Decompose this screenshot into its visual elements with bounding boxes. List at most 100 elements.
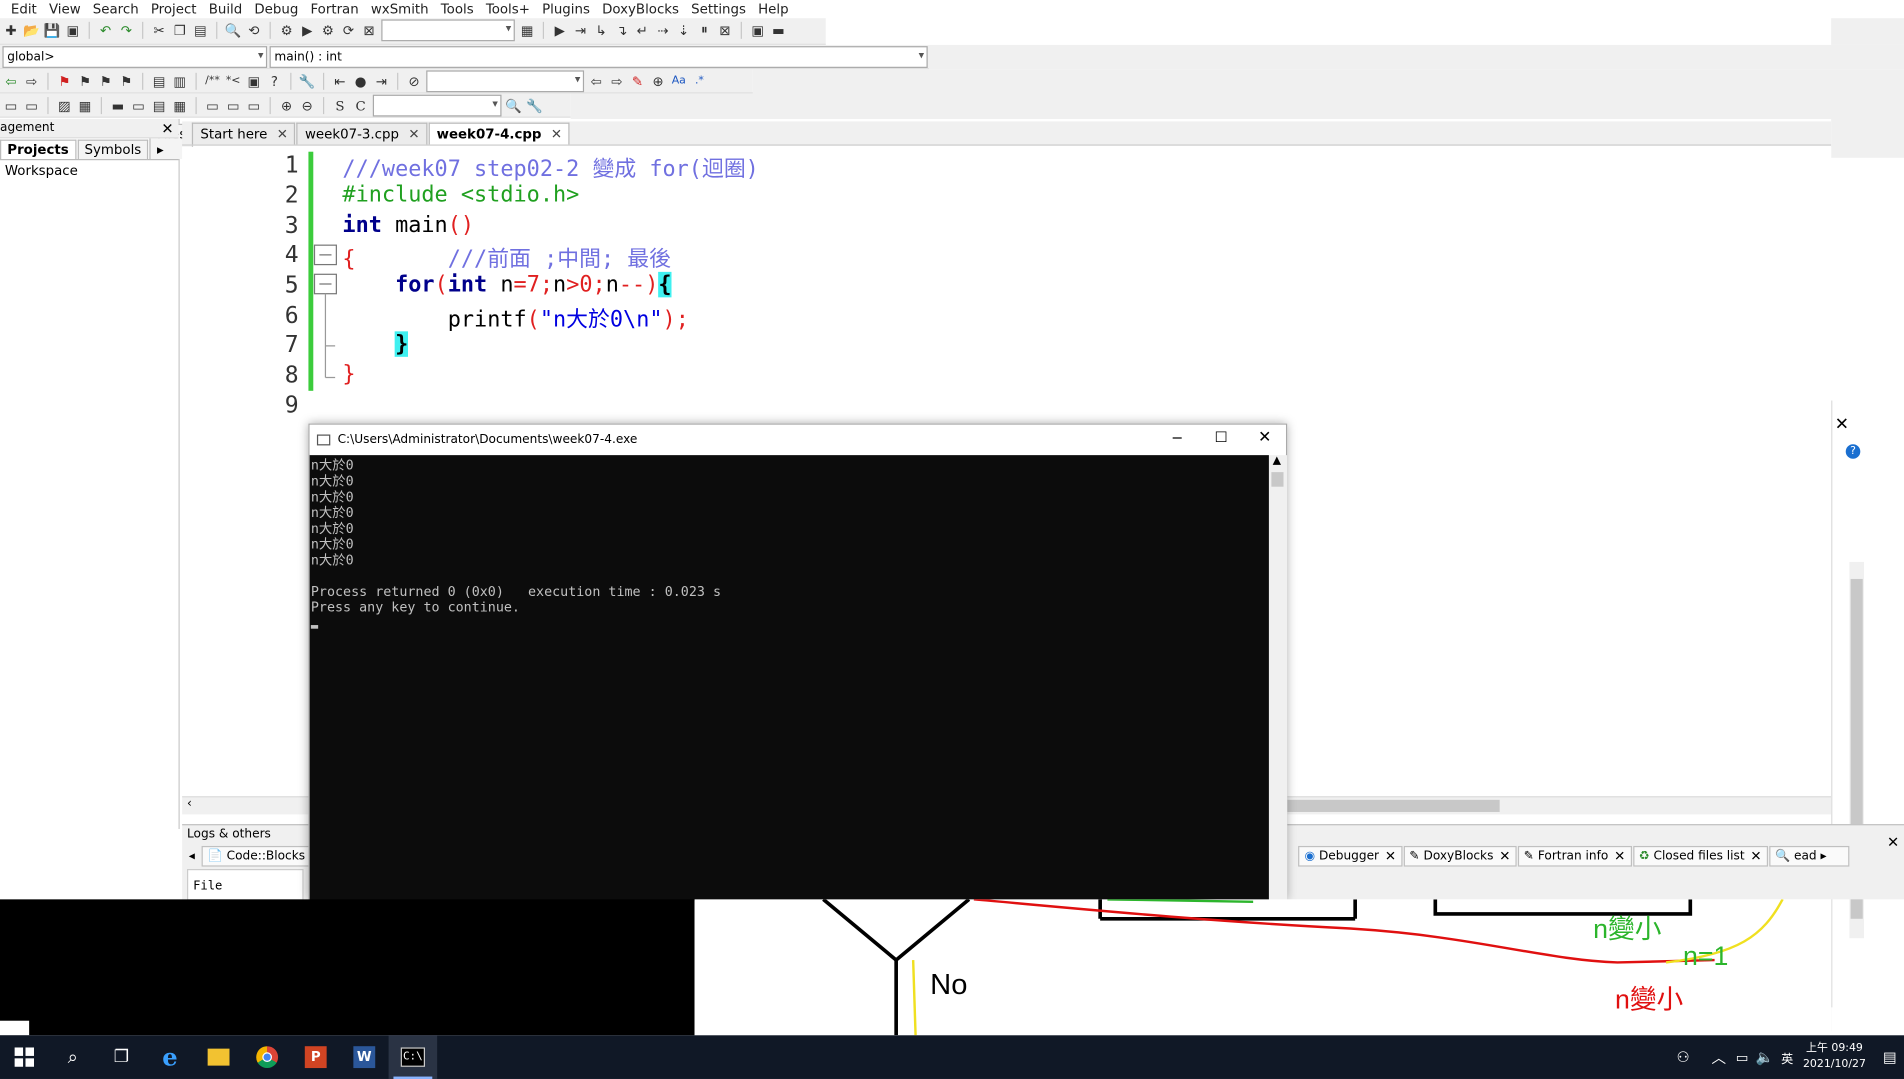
tab-doxyblocks[interactable]: ✎ DoxyBlocks ✕	[1403, 845, 1517, 866]
chevron-right-icon[interactable]: ▸	[157, 142, 164, 158]
network-icon[interactable]: ▭	[1736, 1049, 1749, 1065]
tab-search-results[interactable]: 🔍 ead ▸	[1768, 845, 1850, 866]
close-icon[interactable]: ✕	[1258, 428, 1271, 446]
expand-icon[interactable]: ▭	[245, 97, 262, 114]
doxy-run-html-icon[interactable]: ▣	[245, 73, 262, 90]
menu-plugins[interactable]: Plugins	[536, 1, 596, 17]
arrow-right-icon[interactable]: ⇨	[23, 73, 40, 90]
debug-windows-icon[interactable]: ▣	[749, 22, 766, 39]
search-symbol-icon[interactable]: 🔍	[505, 97, 522, 114]
search-button[interactable]: ⌕	[49, 1035, 98, 1079]
arrow-left-green-icon[interactable]: ⇦	[2, 73, 19, 90]
find-icon[interactable]: 🔍	[225, 22, 242, 39]
stop-debug-icon[interactable]: ⊠	[716, 22, 733, 39]
ime-indicator[interactable]: 英	[1781, 1048, 1793, 1066]
volume-icon[interactable]: 🔈	[1756, 1049, 1774, 1066]
box-icon[interactable]: ▭	[130, 97, 147, 114]
start-button[interactable]	[0, 1035, 49, 1079]
symbol-combo[interactable]: ▾	[372, 94, 502, 117]
nav-forward-icon[interactable]: ⇨	[608, 73, 625, 90]
open-icon[interactable]: 📂	[23, 22, 40, 39]
scroll-thumb[interactable]	[1287, 799, 1500, 812]
console-window[interactable]: C:\Users\Administrator\Documents\week07-…	[308, 423, 1288, 901]
block-comment-icon[interactable]: /**	[204, 73, 221, 90]
wrench-icon[interactable]: 🔧	[299, 73, 316, 90]
close-icon[interactable]: ✕	[1614, 848, 1625, 864]
pause-icon[interactable]: ⏸	[696, 22, 713, 39]
taskbar-word[interactable]: W	[340, 1035, 389, 1079]
close-icon[interactable]: ✕	[1750, 848, 1761, 864]
menu-build[interactable]: Build	[203, 1, 249, 17]
dialog-icon[interactable]: ▭	[23, 97, 40, 114]
doxy-wizard-icon[interactable]: ▤	[151, 73, 168, 90]
match-case-icon[interactable]: Aa	[670, 73, 687, 90]
task-view-button[interactable]: ❐	[97, 1035, 146, 1079]
clock[interactable]: 上午 09:49 2021/10/27	[1803, 1041, 1866, 1073]
scroll-up-icon[interactable]: ▲	[1273, 455, 1281, 467]
step-instruction-icon[interactable]: ⇣	[675, 22, 692, 39]
taskbar-powerpoint[interactable]: P	[291, 1035, 340, 1079]
new-file-icon[interactable]: ✚	[2, 22, 19, 39]
taskbar-chrome[interactable]	[243, 1035, 292, 1079]
select-match-icon[interactable]: ⊕	[650, 73, 667, 90]
save-all-icon[interactable]: ▣	[64, 22, 81, 39]
doxy-chm-icon[interactable]: ?	[266, 73, 283, 90]
console-scrollbar[interactable]: ▲	[1268, 455, 1288, 901]
minimize-icon[interactable]: ─	[1173, 430, 1182, 447]
list-icon[interactable]: ▤	[151, 97, 168, 114]
abort-icon[interactable]: ⊠	[361, 22, 378, 39]
taskbar-console[interactable]: C:\	[388, 1035, 438, 1079]
panel-icon[interactable]: ▦	[77, 97, 94, 114]
symbol-c-icon[interactable]: C	[352, 97, 369, 114]
console-title-bar[interactable]: C:\Users\Administrator\Documents\week07-…	[309, 424, 1286, 454]
step-out-icon[interactable]: ↵	[634, 22, 651, 39]
sizer-icon[interactable]: ▬	[109, 97, 126, 114]
chevron-up-icon[interactable]: ︿	[1711, 1047, 1726, 1068]
thread-search-icon[interactable]: ⊘	[406, 73, 423, 90]
grid-icon[interactable]: ▦	[171, 97, 188, 114]
help-icon[interactable]: ?	[1845, 444, 1861, 459]
build-target-combo[interactable]: ▾	[381, 19, 515, 42]
close-icon[interactable]: ✕	[1385, 848, 1396, 864]
menu-debug[interactable]: Debug	[248, 1, 304, 17]
close-icon[interactable]: ✕	[161, 119, 173, 138]
tab-start-here[interactable]: Start here ✕	[191, 122, 296, 145]
close-icon[interactable]: ✕	[408, 126, 419, 142]
cut-icon[interactable]: ✂	[151, 22, 168, 39]
menu-edit[interactable]: Edit	[5, 1, 43, 17]
maximize-icon[interactable]: ☐	[1215, 428, 1228, 445]
line-comment-icon[interactable]: *<	[225, 73, 242, 90]
copy-icon[interactable]: ❐	[171, 22, 188, 39]
replace-icon[interactable]: ⟲	[245, 22, 262, 39]
scope-combo[interactable]: global> ▾	[2, 46, 268, 68]
doxy-extract-icon[interactable]: ▥	[171, 73, 188, 90]
step-into-icon[interactable]: ↴	[613, 22, 630, 39]
console-output[interactable]: n大於0 n大於0 n大於0 n大於0 n大於0 n大於0 n大於0 Process retu…	[309, 455, 1269, 901]
symbol-s-icon[interactable]: S	[332, 97, 349, 114]
tab-scroll-left-icon[interactable]: ◂	[182, 849, 201, 862]
build-settings-icon[interactable]: ⚙	[278, 22, 295, 39]
workspace-node[interactable]: Workspace	[0, 160, 179, 181]
menu-tools[interactable]: Tools	[435, 1, 480, 17]
thread-search-combo[interactable]: ▾	[426, 70, 585, 93]
regex-icon[interactable]: .*	[691, 73, 708, 90]
menu-view[interactable]: View	[43, 1, 87, 17]
rebuild-icon[interactable]: ⟳	[340, 22, 357, 39]
build-run-icon[interactable]: ⚙	[319, 22, 336, 39]
menu-doxyblocks[interactable]: DoxyBlocks	[596, 1, 685, 17]
menu-settings[interactable]: Settings	[685, 1, 752, 17]
jump-back-icon[interactable]: ⇤	[332, 73, 349, 90]
bookmark-next-icon[interactable]: ⚑	[97, 73, 114, 90]
settings-symbol-icon[interactable]: 🔧	[526, 97, 543, 114]
scroll-left-icon[interactable]: ‹	[187, 797, 192, 810]
paste-icon[interactable]: ▤	[192, 22, 209, 39]
menu-project[interactable]: Project	[145, 1, 203, 17]
function-combo[interactable]: main() : int ▾	[269, 46, 928, 68]
redo-icon[interactable]: ↷	[118, 22, 135, 39]
undo-icon[interactable]: ↶	[97, 22, 114, 39]
highlight-icon[interactable]: ✎	[629, 73, 646, 90]
close-icon[interactable]: ✕	[551, 126, 562, 142]
save-icon[interactable]: 💾	[44, 22, 61, 39]
tab-symbols[interactable]: Symbols	[77, 139, 149, 159]
target-settings-icon[interactable]: ▦	[519, 22, 536, 39]
